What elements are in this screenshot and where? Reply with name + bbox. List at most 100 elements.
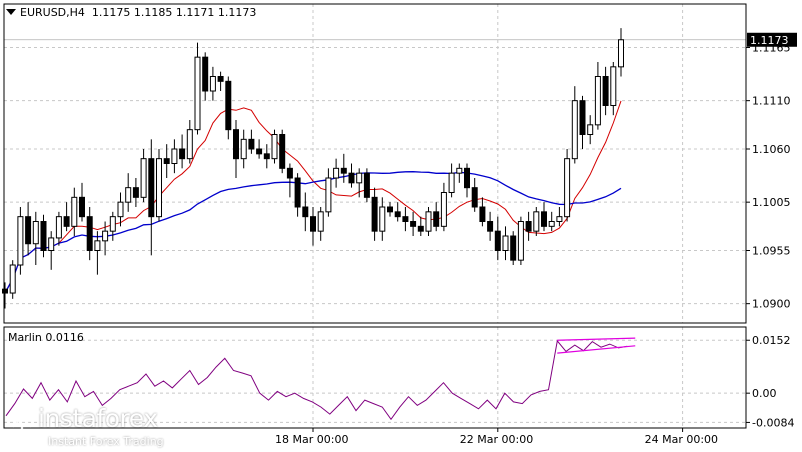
bull-candle-body [564, 158, 571, 218]
bear-candle-body [279, 134, 286, 169]
bear-candle-body [602, 76, 609, 106]
chart-canvas: 1.11651.11101.10601.10051.09551.090018 M… [0, 0, 802, 452]
bear-candle-body [510, 235, 517, 261]
bear-candle-body [233, 129, 239, 160]
bull-candle-body [594, 76, 601, 126]
bear-candle-body [2, 288, 8, 294]
bear-candle-body [464, 167, 470, 189]
bear-candle-body [371, 196, 378, 232]
watermark-logo: instaforex Instant Forex Trading [8, 404, 164, 448]
osc-tick-label: 0.0152 [752, 334, 791, 347]
bull-candle-body [379, 206, 386, 232]
bear-candle-body [25, 216, 32, 245]
osc-tick-label: -0.0084 [752, 416, 794, 429]
bear-candle-body [63, 216, 70, 227]
bull-candle-body [618, 39, 624, 68]
bull-candle-body [610, 66, 617, 107]
bull-candle-body [240, 138, 247, 160]
bull-candle-body [32, 221, 39, 245]
candle [156, 149, 162, 222]
bear-candle-body [163, 158, 170, 165]
candle [17, 207, 24, 275]
candle [564, 149, 571, 222]
bear-candle-body [541, 211, 547, 227]
bear-candle-body [286, 167, 293, 179]
bull-candle-body [548, 221, 555, 227]
time-tick-label: 22 Mar 00:00 [460, 433, 533, 446]
bear-candle-body [302, 206, 309, 218]
bear-candle-body [225, 80, 232, 131]
bull-candle-body [140, 158, 147, 198]
bull-candle-body [102, 230, 109, 242]
bear-candle-body [79, 196, 85, 218]
candle [510, 231, 517, 265]
candle [271, 129, 278, 164]
bull-candle-body [125, 187, 132, 203]
bear-candle-body [579, 100, 586, 135]
bull-candle-body [117, 201, 124, 218]
bull-candle-body [317, 211, 324, 232]
osc-tick-label: 0.00 [752, 387, 777, 400]
bear-candle-body [179, 148, 186, 160]
bull-candle-body [533, 211, 540, 232]
bear-candle-body [394, 211, 401, 218]
price-tick-label: 1.1005 [752, 196, 791, 209]
bull-candle-body [571, 100, 578, 160]
bull-candle-body [556, 216, 563, 223]
bear-candle-body [387, 206, 393, 213]
bear-candle-body [217, 76, 224, 82]
bull-candle-body [94, 240, 101, 251]
bull-candle-body [9, 264, 16, 294]
bear-candle-body [148, 158, 155, 218]
bear-candle-body [40, 221, 47, 251]
bear-candle-body [248, 138, 255, 150]
collapse-triangle-icon[interactable] [6, 9, 16, 15]
bull-candle-body [325, 177, 332, 213]
bear-candle-body [417, 225, 424, 232]
bull-candle-body [333, 167, 340, 179]
bear-candle-body [294, 177, 301, 208]
bear-candle-body [433, 211, 440, 227]
indicator-label: Marlin 0.0116 [8, 331, 84, 344]
bear-candle-body [86, 216, 93, 252]
bear-candle-body [348, 172, 355, 184]
time-tick-label: 24 Mar 00:00 [645, 433, 718, 446]
bull-candle-body [440, 192, 447, 227]
bear-candle-body [494, 230, 501, 252]
candle [517, 216, 524, 265]
bear-candle-body [479, 206, 486, 222]
chart-header: EURUSD,H4 1.1175 1.1185 1.1171 1.1173 [6, 6, 256, 19]
bear-candle-body [132, 187, 139, 198]
bull-candle-body [17, 216, 24, 266]
candle [279, 129, 286, 174]
symbol-label: EURUSD,H4 [20, 6, 85, 19]
bull-candle-body [171, 148, 178, 164]
bull-candle-body [71, 196, 78, 227]
bull-candle-body [48, 237, 55, 252]
bear-candle-body [487, 221, 494, 232]
bear-candle-body [263, 153, 270, 160]
bear-candle-body [363, 172, 370, 198]
candle [363, 168, 370, 203]
watermark-brand: instaforex [38, 404, 158, 433]
time-tick-label: 18 Mar 00:00 [275, 433, 348, 446]
bear-candle-body [402, 216, 409, 223]
bull-candle-body [448, 172, 455, 194]
bull-candle-body [356, 172, 363, 184]
bear-candle-body [410, 221, 417, 227]
instaforex-logo-icon [8, 404, 36, 432]
bull-candle-body [209, 76, 216, 92]
current-price-label: 1.1173 [750, 34, 789, 47]
price-tick-label: 1.1110 [752, 95, 791, 108]
bear-candle-body [471, 187, 478, 208]
price-tick-label: 1.0955 [752, 245, 791, 258]
bull-candle-body [517, 221, 524, 261]
price-tick-label: 1.0900 [752, 298, 791, 311]
bull-candle-body [186, 129, 193, 160]
bull-candle-body [109, 216, 116, 232]
bull-candle-body [55, 216, 62, 239]
candle [425, 207, 432, 236]
bull-candle-body [456, 167, 463, 174]
bull-candle-body [425, 211, 432, 232]
bull-candle-body [502, 235, 509, 251]
